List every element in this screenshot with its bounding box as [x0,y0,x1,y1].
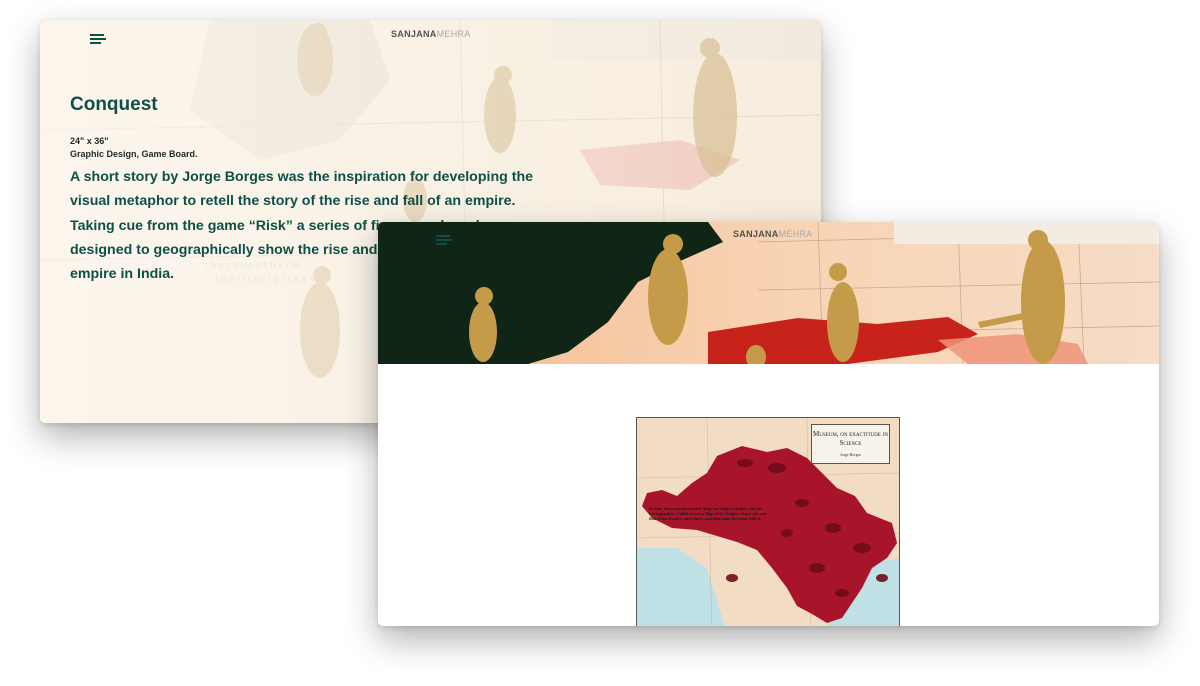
poster-label: Museum, on exactitude in Science Jorge B… [811,424,890,464]
logo-last-name: MEHRA [778,229,813,239]
site-logo[interactable]: SANJANAMEHRA [733,229,813,239]
project-window-front: SANJANAMEHRA Museum, on exactitude in Sc… [378,222,1159,626]
project-meta: 24" x 36" Graphic Design, Game Board. [70,135,198,161]
site-logo[interactable]: SANJANAMEHRA [391,29,471,39]
logo-first-name: SANJANA [733,229,779,239]
project-size: 24" x 36" [70,136,109,146]
menu-icon[interactable] [436,235,452,247]
project-title: Conquest [70,94,158,115]
hero-image [378,222,1159,364]
poster-label-title: Museum, on exactitude in Science [813,430,888,447]
project-category: Graphic Design, Game Board. [70,149,198,159]
poster-label-author: Jorge Borges [840,452,861,457]
logo-last-name: MEHRA [436,29,471,39]
project-poster: Museum, on exactitude in Science Jorge B… [636,417,900,626]
logo-first-name: SANJANA [391,29,437,39]
poster-map-text: In time, those unconscionable Maps no lo… [649,506,767,522]
menu-icon[interactable] [90,34,106,46]
